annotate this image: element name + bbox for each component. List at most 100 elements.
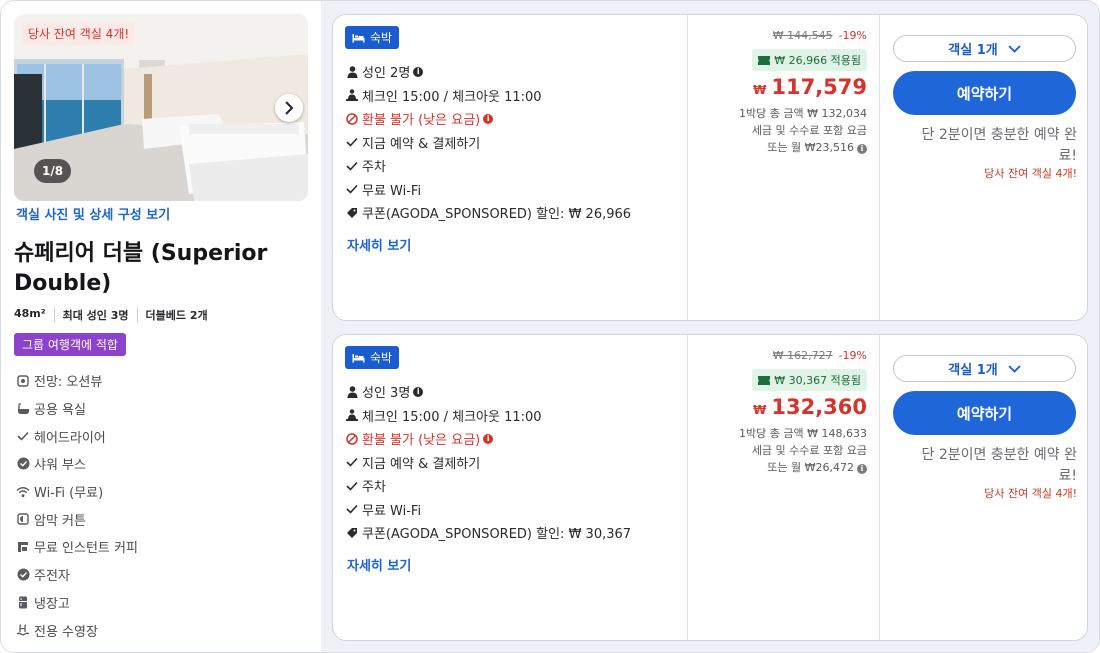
check-icon bbox=[16, 429, 30, 443]
chevron-right-icon bbox=[285, 101, 294, 115]
fridge-icon bbox=[16, 595, 30, 609]
room-card: 당사 잔여 객실 4개! 1/8 객실 사진 및 상세 구성 보기 슈페리어 더… bbox=[0, 0, 1100, 653]
feature-parking: 주차 bbox=[345, 474, 631, 498]
tag-icon bbox=[345, 527, 359, 539]
coupon-applied-badge: ₩ 30,367 적용됨 bbox=[752, 369, 867, 391]
tax-note: 세금 및 수수료 포함 요금 bbox=[751, 444, 867, 457]
feature-wifi: 무료 Wi-Fi bbox=[345, 178, 631, 202]
amenity-item: 전망: 오션뷰 bbox=[16, 367, 138, 395]
details-link[interactable]: 자세히 보기 bbox=[347, 555, 411, 574]
rate-offer: 숙박 성인 3명 i 체크인 15:00 / 체크아웃 11:00 환불 불가 (… bbox=[332, 334, 1088, 641]
total-per-night: 1박당 총 금액 ₩ 132,034 bbox=[739, 107, 867, 120]
info-icon[interactable]: i bbox=[857, 464, 867, 474]
monthly-payment: 또는 월 ₩26,472 i bbox=[739, 459, 867, 476]
room-info-panel: 당사 잔여 객실 4개! 1/8 객실 사진 및 상세 구성 보기 슈페리어 더… bbox=[1, 1, 321, 652]
room-photo[interactable]: 당사 잔여 객실 4개! 1/8 bbox=[14, 14, 308, 201]
room-count-select[interactable]: 객실 1개 bbox=[893, 35, 1076, 62]
amenity-item: Wi-Fi (무료) bbox=[16, 478, 138, 506]
amenity-item: 주전자 bbox=[16, 561, 138, 589]
availability-badge: 당사 잔여 객실 4개! bbox=[22, 22, 136, 45]
check-icon bbox=[345, 183, 359, 195]
wifi-icon bbox=[16, 485, 30, 499]
details-link[interactable]: 자세히 보기 bbox=[347, 235, 411, 254]
check-icon bbox=[345, 456, 359, 468]
offer-booking-column: 객실 1개 예약하기 단 2분이면 충분한 예약 완료! 당사 잔여 객실 4개… bbox=[879, 335, 1087, 640]
amenity-item: 공용 욕실 bbox=[16, 395, 138, 423]
ticket-icon bbox=[758, 55, 771, 65]
rooms-left-note: 당사 잔여 객실 4개! bbox=[984, 487, 1077, 500]
feature-refund: 환불 불가 (낮은 요금) i bbox=[345, 107, 631, 131]
tax-note: 세금 및 수수료 포함 요금 bbox=[751, 124, 867, 137]
pool-icon bbox=[16, 623, 30, 637]
view-icon bbox=[16, 374, 30, 388]
offer-price-column: ₩ 144,545 -19% ₩ 26,966 적용됨 ₩117,579 1박당 … bbox=[687, 15, 879, 320]
tag-icon bbox=[345, 207, 359, 219]
check-icon bbox=[345, 503, 359, 515]
original-price: ₩ 144,545 -19% bbox=[772, 29, 867, 42]
room-photos-link[interactable]: 객실 사진 및 상세 구성 보기 bbox=[16, 204, 170, 223]
rooms-left-note: 당사 잔여 객실 4개! bbox=[984, 167, 1077, 180]
room-beds: 더블베드 2개 bbox=[136, 307, 216, 323]
info-icon[interactable]: i bbox=[483, 113, 494, 124]
book-button[interactable]: 예약하기 bbox=[893, 391, 1076, 435]
next-photo-button[interactable] bbox=[275, 94, 303, 122]
offer-features: 성인 2명 i 체크인 15:00 / 체크아웃 11:00 환불 불가 (낮은 … bbox=[345, 60, 631, 225]
amenity-item: 무료 인스턴트 커피 bbox=[16, 533, 138, 561]
final-price: ₩117,579 bbox=[753, 75, 867, 99]
price-breakdown: 1박당 총 금액 ₩ 132,034 세금 및 수수료 포함 요금 또는 월 ₩… bbox=[739, 105, 867, 156]
offer-booking-column: 객실 1개 예약하기 단 2분이면 충분한 예약 완료! 당사 잔여 객실 4개… bbox=[879, 15, 1087, 320]
photo-counter: 1/8 bbox=[34, 159, 72, 183]
booking-note: 단 2분이면 충분한 예약 완료! bbox=[921, 447, 1077, 484]
no-refund-icon bbox=[345, 433, 359, 445]
check-circle-icon bbox=[16, 457, 30, 471]
checkin-icon bbox=[345, 409, 359, 422]
info-icon[interactable]: i bbox=[413, 386, 424, 397]
info-icon[interactable]: i bbox=[413, 66, 424, 77]
price-breakdown: 1박당 총 금액 ₩ 148,633 세금 및 수수료 포함 요금 또는 월 ₩… bbox=[739, 425, 867, 476]
room-title: 슈페리어 더블 (Superior Double) bbox=[14, 241, 268, 296]
amenity-item: 냉장고 bbox=[16, 589, 138, 617]
checkin-icon bbox=[345, 89, 359, 102]
amenity-item: 전용 수영장 bbox=[16, 616, 138, 644]
chevron-down-icon bbox=[1008, 44, 1021, 53]
feature-refund: 환불 불가 (낮은 요금) i bbox=[345, 427, 631, 451]
discount-percent: -19% bbox=[838, 29, 867, 42]
feature-coupon: 쿠폰(AGODA_SPONSORED) 할인: ₩ 30,367 bbox=[345, 521, 631, 545]
book-button[interactable]: 예약하기 bbox=[893, 71, 1076, 115]
feature-wifi: 무료 Wi-Fi bbox=[345, 498, 631, 522]
check-icon bbox=[345, 480, 359, 492]
feature-pay-now: 지금 예약 & 결제하기 bbox=[345, 131, 631, 155]
offer-features-column: 숙박 성인 3명 i 체크인 15:00 / 체크아웃 11:00 환불 불가 (… bbox=[333, 335, 687, 640]
coupon-applied-badge: ₩ 26,966 적용됨 bbox=[752, 49, 867, 71]
check-circle-icon bbox=[16, 568, 30, 582]
offer-features: 성인 3명 i 체크인 15:00 / 체크아웃 11:00 환불 불가 (낮은 … bbox=[345, 380, 631, 545]
bathtub-icon bbox=[16, 402, 30, 416]
offer-price-column: ₩ 162,727 -19% ₩ 30,367 적용됨 ₩132,360 1박당 … bbox=[687, 335, 879, 640]
booking-note: 단 2분이면 충분한 예약 완료! bbox=[921, 127, 1077, 164]
discount-percent: -19% bbox=[838, 349, 867, 362]
blackout-icon bbox=[16, 512, 30, 526]
amenities-list: 전망: 오션뷰 공용 욕실 헤어드라이어 샤워 부스 Wi-Fi (무료) 암막… bbox=[16, 367, 138, 644]
group-travel-tag: 그룹 여행객에 적합 bbox=[14, 333, 126, 356]
no-refund-icon bbox=[345, 113, 359, 125]
person-icon bbox=[345, 385, 359, 398]
check-icon bbox=[345, 160, 359, 172]
feature-parking: 주차 bbox=[345, 154, 631, 178]
final-price: ₩132,360 bbox=[753, 395, 867, 419]
total-per-night: 1박당 총 금액 ₩ 148,633 bbox=[739, 427, 867, 440]
monthly-payment: 또는 월 ₩23,516 i bbox=[739, 139, 867, 156]
info-icon[interactable]: i bbox=[483, 433, 494, 444]
feature-checkin: 체크인 15:00 / 체크아웃 11:00 bbox=[345, 84, 631, 108]
coffee-machine-icon bbox=[16, 540, 30, 554]
original-price: ₩ 162,727 -19% bbox=[772, 349, 867, 362]
bed-icon bbox=[352, 33, 365, 42]
info-icon[interactable]: i bbox=[857, 144, 867, 154]
feature-coupon: 쿠폰(AGODA_SPONSORED) 할인: ₩ 26,966 bbox=[345, 201, 631, 225]
amenity-item: 암막 커튼 bbox=[16, 505, 138, 533]
room-meta: 48m² 최대 성인 3명 더블베드 2개 bbox=[14, 307, 216, 323]
room-count-select[interactable]: 객실 1개 bbox=[893, 355, 1076, 382]
amenity-item: 샤워 부스 bbox=[16, 450, 138, 478]
ticket-icon bbox=[758, 375, 771, 385]
feature-guests: 성인 3명 i bbox=[345, 380, 631, 404]
feature-checkin: 체크인 15:00 / 체크아웃 11:00 bbox=[345, 404, 631, 428]
